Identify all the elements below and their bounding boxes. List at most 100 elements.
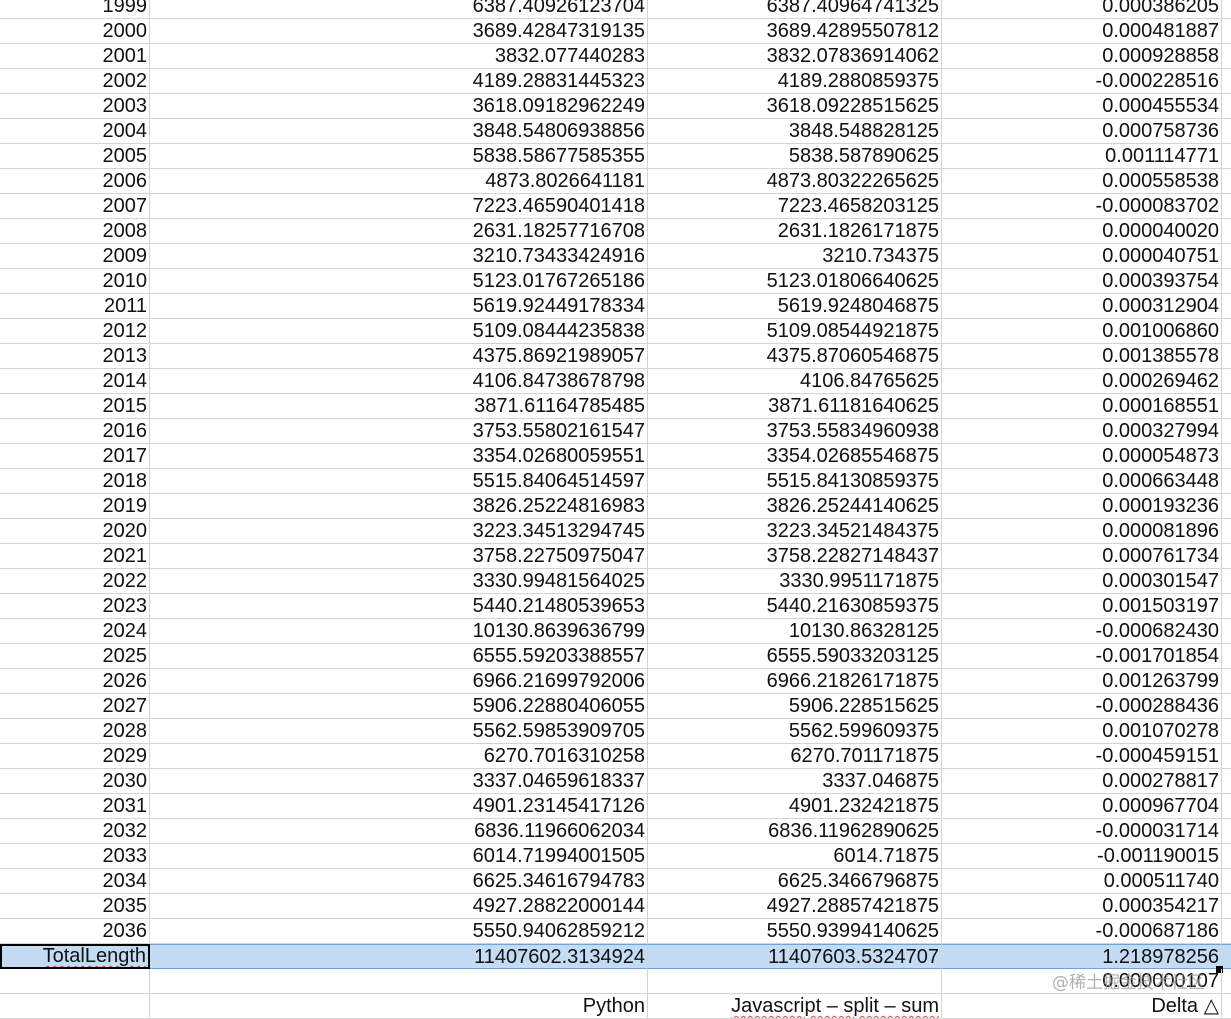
year-cell[interactable]: 2019 (0, 494, 150, 519)
python-cell[interactable]: 3223.34513294745 (150, 519, 648, 544)
python-cell[interactable]: 4375.86921989057 (150, 344, 648, 369)
year-cell[interactable]: 2014 (0, 369, 150, 394)
delta-cell[interactable]: -0.000288436 (942, 694, 1222, 719)
table-row[interactable]: 2004 3848.54806938856 3848.548828125 0.0007… (0, 119, 1231, 144)
python-cell[interactable]: 3618.09182962249 (150, 94, 648, 119)
delta-cell[interactable]: 0.000511740 (942, 869, 1222, 894)
year-cell[interactable]: 2016 (0, 419, 150, 444)
table-row[interactable]: 2025 6555.59203388557 6555.59033203125 -0.0… (0, 644, 1231, 669)
javascript-cell[interactable]: 3753.55834960938 (648, 419, 942, 444)
javascript-cell[interactable]: 5562.599609375 (648, 719, 942, 744)
year-cell[interactable]: 2003 (0, 94, 150, 119)
delta-cell[interactable]: 0.000761734 (942, 544, 1222, 569)
javascript-cell[interactable]: 10130.86328125 (648, 619, 942, 644)
empty-cell[interactable] (1222, 644, 1231, 669)
empty-cell[interactable] (1222, 94, 1231, 119)
empty-cell[interactable] (1222, 144, 1231, 169)
year-cell[interactable]: 2020 (0, 519, 150, 544)
empty-cell[interactable] (1222, 794, 1231, 819)
javascript-cell[interactable]: 6555.59033203125 (648, 644, 942, 669)
table-row[interactable]: 2035 4927.28822000144 4927.28857421875 0.00… (0, 894, 1231, 919)
year-cell[interactable]: 2015 (0, 394, 150, 419)
table-row[interactable]: 2027 5906.22880406055 5906.228515625 -0.000… (0, 694, 1231, 719)
table-row[interactable]: 1999 6387.40926123704 6387.40964741325 0… (0, 0, 1231, 19)
empty-cell[interactable] (1222, 194, 1231, 219)
javascript-cell[interactable]: 3689.42895507812 (648, 19, 942, 44)
table-row[interactable]: 2008 2631.18257716708 2631.1826171875 0.000… (0, 219, 1231, 244)
empty-cell[interactable] (0, 994, 150, 1019)
python-cell[interactable]: 3753.55802161547 (150, 419, 648, 444)
year-cell[interactable]: 2004 (0, 119, 150, 144)
javascript-cell[interactable]: 5109.08544921875 (648, 319, 942, 344)
year-cell[interactable]: 2030 (0, 769, 150, 794)
delta-cell[interactable]: 0.000663448 (942, 469, 1222, 494)
year-cell[interactable]: 2005 (0, 144, 150, 169)
table-row[interactable]: 2018 5515.84064514597 5515.84130859375 0.00… (0, 469, 1231, 494)
delta-cell[interactable]: 0.000928858 (942, 44, 1222, 69)
python-cell[interactable]: 3354.02680059551 (150, 444, 648, 469)
year-cell[interactable]: 2010 (0, 269, 150, 294)
python-cell[interactable]: 5906.22880406055 (150, 694, 648, 719)
delta-cell[interactable]: -0.000682430 (942, 619, 1222, 644)
empty-cell[interactable] (1222, 594, 1231, 619)
empty-cell[interactable] (1222, 469, 1231, 494)
javascript-cell[interactable]: 4901.232421875 (648, 794, 942, 819)
delta-cell[interactable]: 0.000168551 (942, 394, 1222, 419)
javascript-header-cell[interactable]: Javascript – split – sum (648, 994, 942, 1019)
table-row[interactable]: 2036 5550.94062859212 5550.93994140625 -0.0… (0, 919, 1231, 944)
delta-cell[interactable]: 0.000327994 (942, 419, 1222, 444)
delta-cell[interactable]: 0.000301547 (942, 569, 1222, 594)
empty-cell[interactable] (1222, 619, 1231, 644)
year-cell[interactable]: 2000 (0, 19, 150, 44)
year-cell[interactable]: 2023 (0, 594, 150, 619)
javascript-cell[interactable]: 5440.21630859375 (648, 594, 942, 619)
table-row[interactable]: 2002 4189.28831445323 4189.2880859375 -0.00… (0, 69, 1231, 94)
delta-cell[interactable]: 0.000193236 (942, 494, 1222, 519)
table-row[interactable]: 2017 3354.02680059551 3354.02685546875 0.00… (0, 444, 1231, 469)
javascript-cell[interactable]: 3223.34521484375 (648, 519, 942, 544)
javascript-cell[interactable]: 6836.11962890625 (648, 819, 942, 844)
year-cell[interactable]: 2022 (0, 569, 150, 594)
year-cell[interactable]: 2032 (0, 819, 150, 844)
empty-cell[interactable] (1222, 744, 1231, 769)
empty-cell[interactable] (1222, 769, 1231, 794)
table-row[interactable]: 2034 6625.34616794783 6625.3466796875 0.000… (0, 869, 1231, 894)
empty-cell[interactable] (1222, 269, 1231, 294)
table-row[interactable]: 2001 3832.077440283 3832.07836914062 0.0009… (0, 44, 1231, 69)
javascript-cell[interactable]: 6966.21826171875 (648, 669, 942, 694)
javascript-cell[interactable]: 3354.02685546875 (648, 444, 942, 469)
delta-cell[interactable]: 0.001070278 (942, 719, 1222, 744)
total-length-label-cell[interactable]: TotalLength (0, 944, 150, 969)
empty-cell[interactable] (1222, 294, 1231, 319)
empty-cell[interactable] (1222, 0, 1231, 19)
empty-cell[interactable] (1222, 244, 1231, 269)
table-row[interactable]: 2020 3223.34513294745 3223.34521484375 0.00… (0, 519, 1231, 544)
spreadsheet-grid[interactable]: 1999 6387.40926123704 6387.40964741325 0… (0, 0, 1231, 1019)
delta-cell[interactable]: 0.000040751 (942, 244, 1222, 269)
empty-cell[interactable] (1222, 494, 1231, 519)
empty-cell[interactable] (1222, 694, 1231, 719)
python-cell[interactable]: 5619.92449178334 (150, 294, 648, 319)
javascript-cell[interactable]: 4873.80322265625 (648, 169, 942, 194)
javascript-cell[interactable]: 3210.734375 (648, 244, 942, 269)
delta-cell[interactable]: 0.000455534 (942, 94, 1222, 119)
year-cell[interactable]: 2011 (0, 294, 150, 319)
python-cell[interactable]: 6014.71994001505 (150, 844, 648, 869)
empty-cell[interactable] (1222, 19, 1231, 44)
javascript-cell[interactable]: 5550.93994140625 (648, 919, 942, 944)
delta-cell[interactable]: 0.000481887 (942, 19, 1222, 44)
empty-cell[interactable] (1222, 369, 1231, 394)
delta-cell[interactable]: -0.000083702 (942, 194, 1222, 219)
python-cell[interactable]: 3871.61164785485 (150, 394, 648, 419)
year-cell[interactable]: 2007 (0, 194, 150, 219)
year-cell[interactable]: 2013 (0, 344, 150, 369)
table-row[interactable]: 2012 5109.08444235838 5109.08544921875 0.00… (0, 319, 1231, 344)
empty-cell[interactable] (1222, 719, 1231, 744)
python-cell[interactable]: 3330.99481564025 (150, 569, 648, 594)
empty-cell[interactable] (1222, 344, 1231, 369)
python-cell[interactable]: 2631.18257716708 (150, 219, 648, 244)
delta-cell[interactable]: 0.000354217 (942, 894, 1222, 919)
empty-cell[interactable] (1222, 894, 1231, 919)
table-row[interactable]: 2028 5562.59853909705 5562.599609375 0.0010… (0, 719, 1231, 744)
empty-cell[interactable] (1222, 519, 1231, 544)
